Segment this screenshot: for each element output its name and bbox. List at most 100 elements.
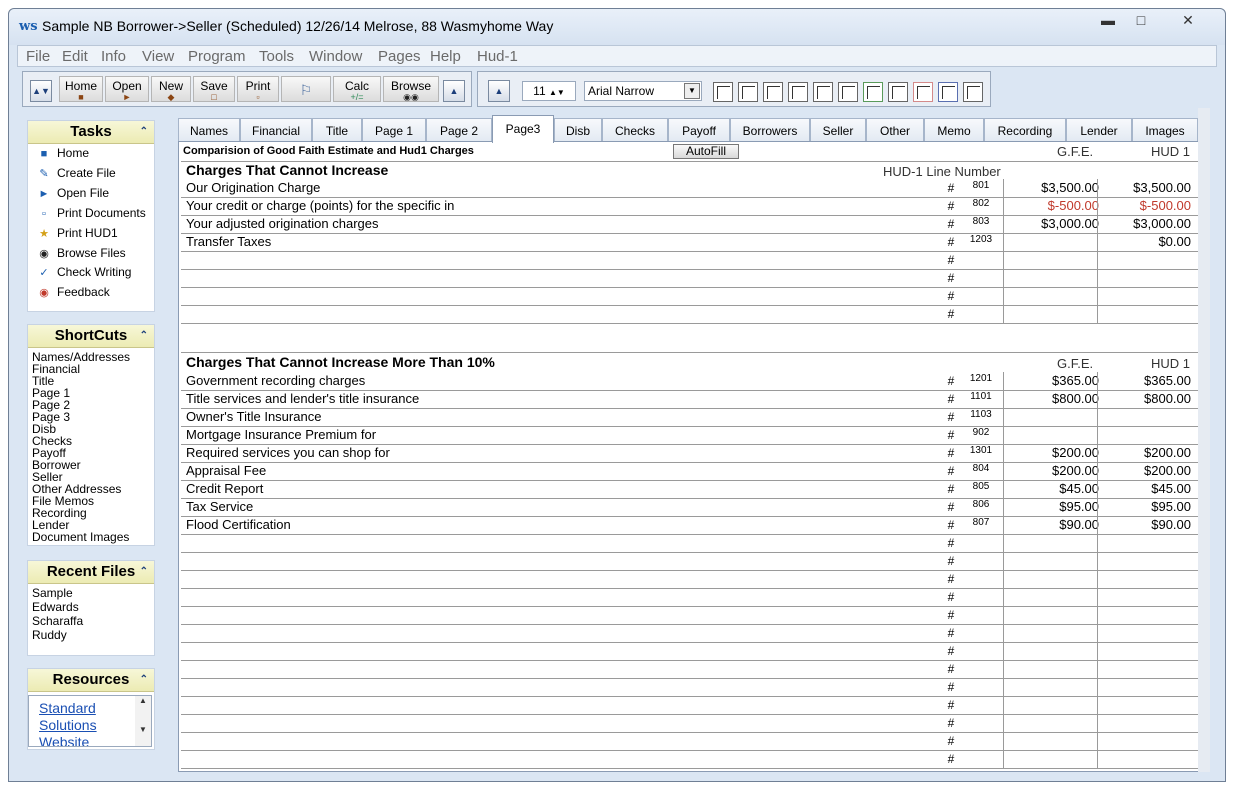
- gfe-amount[interactable]: [1007, 251, 1099, 269]
- gfe-amount[interactable]: [1007, 305, 1099, 323]
- gfe-amount[interactable]: [1007, 714, 1099, 732]
- map-button[interactable]: ⚐: [281, 76, 331, 102]
- hud-amount[interactable]: [1101, 251, 1191, 269]
- hud-line-number[interactable]: 1103: [961, 408, 1001, 426]
- gfe-amount[interactable]: [1007, 660, 1099, 678]
- open-button[interactable]: Open ►: [105, 76, 149, 102]
- shortcuts-header[interactable]: ShortCuts ⌃: [28, 325, 154, 348]
- resources-link-solutions[interactable]: Solutions: [39, 717, 97, 733]
- table-row[interactable]: Owner's Title Insurance #1103: [181, 408, 1199, 427]
- task-create-file[interactable]: ✎ Create File: [36, 166, 115, 180]
- hud-line-number[interactable]: 802: [961, 197, 1001, 215]
- gfe-amount[interactable]: [1007, 750, 1099, 768]
- gfe-amount[interactable]: [1007, 588, 1099, 606]
- description-field[interactable]: Credit Report: [186, 480, 263, 498]
- gfe-amount[interactable]: [1007, 732, 1099, 750]
- hud-line-number[interactable]: [961, 606, 1001, 624]
- description-field[interactable]: Appraisal Fee: [186, 462, 266, 480]
- collapse-icon[interactable]: ⌃: [140, 121, 148, 143]
- table-row[interactable]: Your adjusted origination charges #803 $3,…: [181, 215, 1199, 234]
- border-button-2[interactable]: [738, 82, 758, 102]
- table-row[interactable]: #: [181, 696, 1199, 715]
- tab-memo[interactable]: Memo: [924, 118, 984, 142]
- table-row[interactable]: Credit Report #805 $45.00 $45.00: [181, 480, 1199, 499]
- hud-line-number[interactable]: 1301: [961, 444, 1001, 462]
- tab-title[interactable]: Title: [312, 118, 362, 142]
- gfe-amount[interactable]: $45.00: [1007, 480, 1099, 498]
- hud-amount[interactable]: [1101, 660, 1191, 678]
- hud-line-number[interactable]: 1203: [961, 233, 1001, 251]
- tab-page-2[interactable]: Page 2: [426, 118, 492, 142]
- menu-program[interactable]: Program: [188, 48, 246, 65]
- hud-line-number[interactable]: 804: [961, 462, 1001, 480]
- hud-amount[interactable]: [1101, 408, 1191, 426]
- stepper-arrows-icon[interactable]: ▲▼: [549, 88, 565, 97]
- hud-line-number[interactable]: [961, 660, 1001, 678]
- hud-line-number[interactable]: [961, 287, 1001, 305]
- scroll-up-icon[interactable]: ▲: [135, 696, 151, 705]
- border-button-6[interactable]: [838, 82, 858, 102]
- hud-line-number[interactable]: 806: [961, 498, 1001, 516]
- resources-header[interactable]: Resources ⌃: [28, 669, 154, 692]
- gfe-amount[interactable]: [1007, 426, 1099, 444]
- menu-file[interactable]: File: [26, 48, 50, 65]
- table-row[interactable]: #: [181, 714, 1199, 733]
- hud-amount[interactable]: $0.00: [1101, 233, 1191, 251]
- tab-borrowers[interactable]: Borrowers: [730, 118, 810, 142]
- table-row[interactable]: #: [181, 552, 1199, 571]
- table-row[interactable]: #: [181, 624, 1199, 643]
- table-row[interactable]: Required services you can shop for #1301 $…: [181, 444, 1199, 463]
- hud-amount[interactable]: $-500.00: [1101, 197, 1191, 215]
- table-row[interactable]: #: [181, 269, 1199, 288]
- hud-line-number[interactable]: 805: [961, 480, 1001, 498]
- browse-button[interactable]: Browse ◉◉: [383, 76, 439, 102]
- hud-amount[interactable]: [1101, 570, 1191, 588]
- hud-amount[interactable]: [1101, 269, 1191, 287]
- tab-lender[interactable]: Lender: [1066, 118, 1132, 142]
- hud-line-number[interactable]: [961, 732, 1001, 750]
- maximize-icon[interactable]: □: [1126, 12, 1156, 32]
- hud-amount[interactable]: $90.00: [1101, 516, 1191, 534]
- description-field[interactable]: Transfer Taxes: [186, 233, 271, 251]
- table-row[interactable]: #: [181, 251, 1199, 270]
- title-bar[interactable]: ws Sample NB Borrower->Seller (Scheduled…: [9, 9, 1225, 45]
- hud-line-number[interactable]: [961, 714, 1001, 732]
- tab-disb[interactable]: Disb: [554, 118, 602, 142]
- description-field[interactable]: Flood Certification: [186, 516, 291, 534]
- minimize-icon[interactable]: ▬: [1093, 12, 1123, 32]
- hud-amount[interactable]: [1101, 305, 1191, 323]
- hud-line-number[interactable]: 1201: [961, 372, 1001, 390]
- menu-pages[interactable]: Pages: [378, 48, 421, 65]
- border-button-5[interactable]: [813, 82, 833, 102]
- hud-line-number[interactable]: 1101: [961, 390, 1001, 408]
- table-row[interactable]: Appraisal Fee #804 $200.00 $200.00: [181, 462, 1199, 481]
- resources-link-website[interactable]: Website: [39, 734, 89, 746]
- table-row[interactable]: Title services and lender's title insura…: [181, 390, 1199, 409]
- border-button-3[interactable]: [763, 82, 783, 102]
- font-size-stepper[interactable]: 11 ▲▼: [522, 81, 576, 101]
- hud-amount[interactable]: [1101, 732, 1191, 750]
- gfe-amount[interactable]: [1007, 642, 1099, 660]
- tab-financial[interactable]: Financial: [240, 118, 312, 142]
- hud-line-number[interactable]: [961, 305, 1001, 323]
- table-row[interactable]: #: [181, 642, 1199, 661]
- tab-seller[interactable]: Seller: [810, 118, 866, 142]
- hud-amount[interactable]: [1101, 534, 1191, 552]
- calc-button[interactable]: Calc +/=: [333, 76, 381, 102]
- task-print-hud1[interactable]: ★ Print HUD1: [36, 226, 118, 240]
- gfe-amount[interactable]: $800.00: [1007, 390, 1099, 408]
- menu-info[interactable]: Info: [101, 48, 126, 65]
- collapse-icon[interactable]: ⌃: [140, 561, 148, 583]
- table-row[interactable]: #: [181, 570, 1199, 589]
- vertical-scrollbar[interactable]: [1198, 108, 1210, 772]
- tab-recording[interactable]: Recording: [984, 118, 1066, 142]
- gfe-amount[interactable]: $95.00: [1007, 498, 1099, 516]
- hud-amount[interactable]: [1101, 624, 1191, 642]
- gfe-amount[interactable]: [1007, 534, 1099, 552]
- table-row[interactable]: #: [181, 305, 1199, 324]
- gfe-amount[interactable]: $-500.00: [1007, 197, 1099, 215]
- table-row[interactable]: #: [181, 534, 1199, 553]
- hud-amount[interactable]: [1101, 426, 1191, 444]
- task-home[interactable]: ■ Home: [36, 146, 89, 160]
- table-row[interactable]: Our Origination Charge #801 $3,500.00 $3,50…: [181, 179, 1199, 198]
